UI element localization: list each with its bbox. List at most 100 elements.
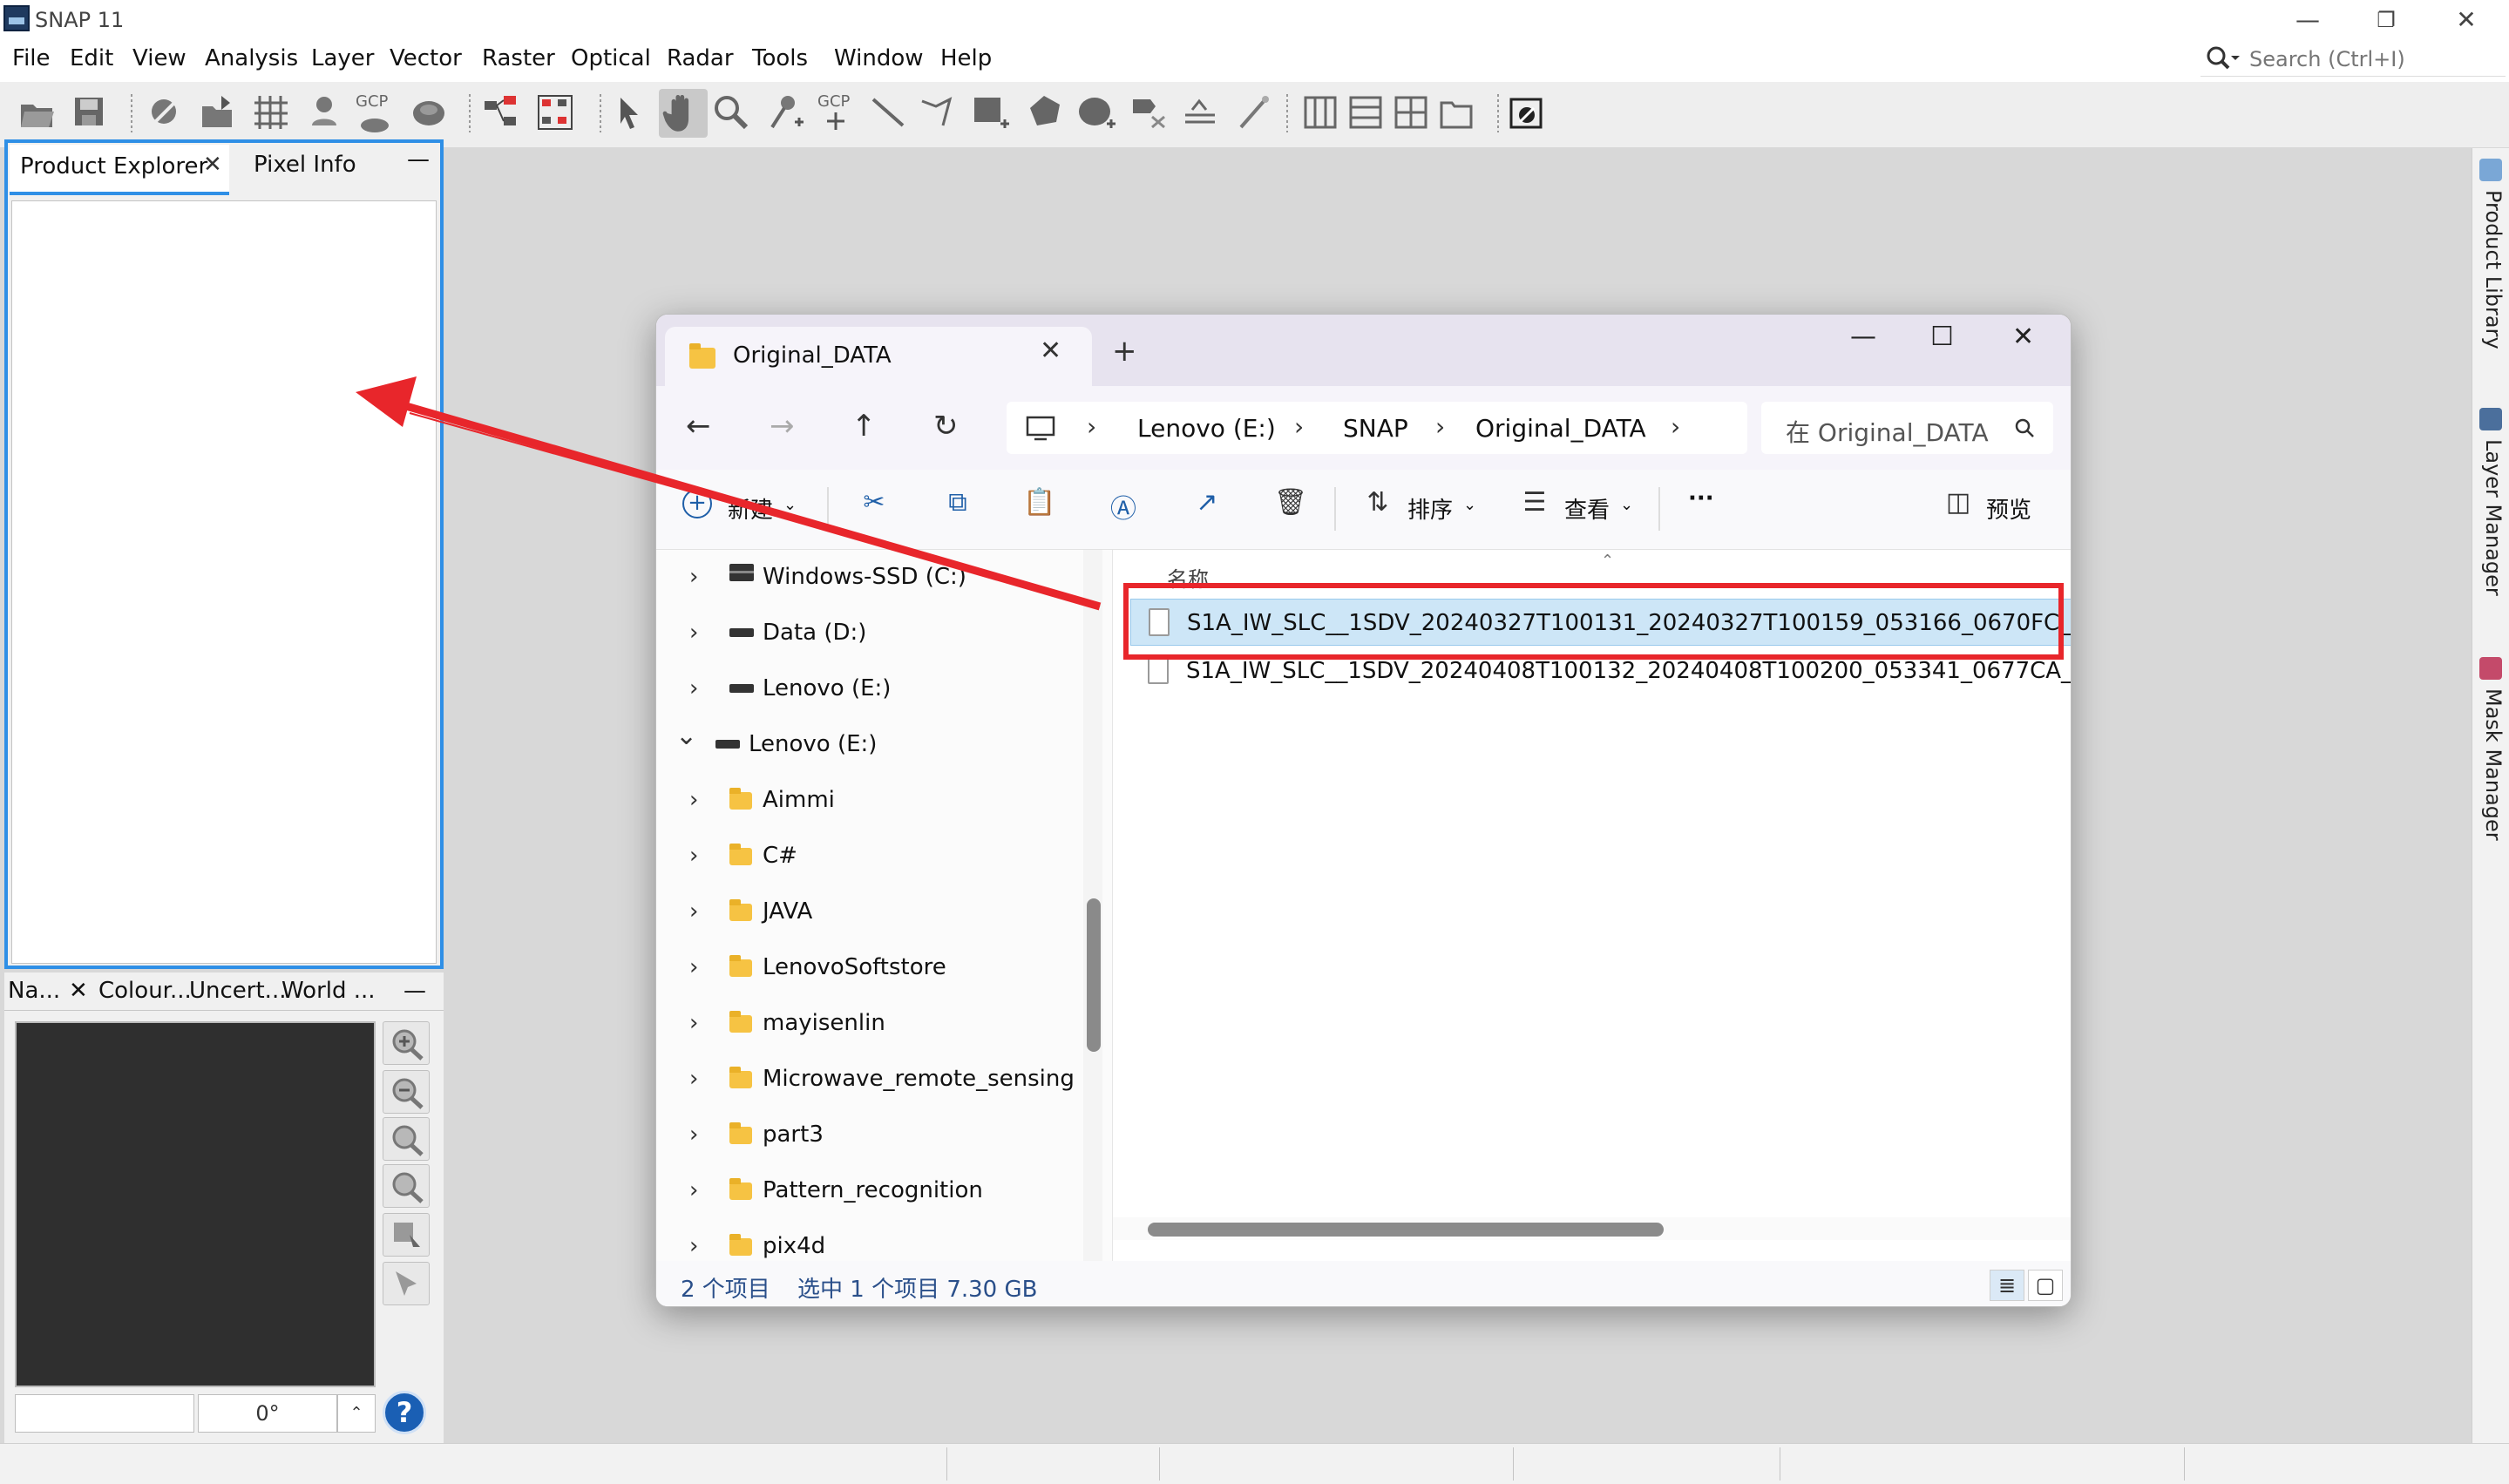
chevron-right-icon[interactable]: › [689, 1233, 698, 1259]
help-button[interactable]: ? [383, 1391, 426, 1434]
sync-cursor-icon[interactable] [1506, 92, 1546, 132]
ellipse-drawing-icon[interactable] [1077, 92, 1117, 132]
pin-placing-icon[interactable] [765, 92, 805, 132]
tree-item[interactable]: › Data (D:) [656, 607, 1109, 660]
minimize-panel-button[interactable]: — [407, 146, 430, 173]
copy-icon[interactable]: ⧉ [940, 487, 975, 522]
back-arrow-icon[interactable]: ← [686, 409, 711, 444]
menu-vector[interactable]: Vector [390, 45, 462, 71]
chevron-down-icon[interactable]: ⌄ [1463, 496, 1476, 514]
rectangle-drawing-icon[interactable] [971, 92, 1011, 132]
rotation-spinner[interactable]: ⌃ [337, 1394, 376, 1433]
chevron-right-icon[interactable]: › [689, 564, 698, 590]
chevron-right-icon[interactable]: › [689, 898, 698, 925]
tab-colour-manipulation[interactable]: Colour... [98, 978, 192, 1004]
tile-horizontal-icon[interactable] [1300, 92, 1340, 132]
zoom-factor-field[interactable] [15, 1394, 194, 1433]
menu-edit[interactable]: Edit [70, 45, 113, 71]
line-drawing-icon[interactable] [868, 92, 908, 132]
chevron-down-icon[interactable]: ⌄ [675, 721, 697, 751]
tab-world-view[interactable]: World ... [281, 978, 376, 1004]
tree-item[interactable]: › Windows-SSD (C:) [656, 552, 1109, 604]
menu-layer[interactable]: Layer [311, 45, 375, 71]
tree-scrollbar-thumb[interactable] [1087, 898, 1101, 1052]
gcp-icon[interactable]: GCP [354, 92, 394, 132]
tile-grid-icon[interactable] [1391, 92, 1431, 132]
chevron-right-icon[interactable]: › [689, 1066, 698, 1092]
menu-analysis[interactable]: Analysis [205, 45, 298, 71]
explorer-minimize-button[interactable]: — [1850, 322, 1876, 352]
up-arrow-icon[interactable]: ↑ [851, 409, 877, 444]
minimize-panel-button[interactable]: — [403, 978, 426, 1004]
chevron-right-icon[interactable]: › [689, 675, 698, 701]
side-tab-product-library[interactable]: Product Library [2478, 190, 2506, 349]
chevron-right-icon[interactable]: › [689, 1177, 698, 1203]
chevron-down-icon[interactable]: ⌄ [783, 496, 797, 514]
side-tab-layer-manager[interactable]: Layer Manager [2478, 439, 2506, 596]
menu-help[interactable]: Help [940, 45, 992, 71]
breadcrumb-item[interactable]: Original_DATA [1475, 414, 1646, 443]
sort-button[interactable]: 排序 [1407, 492, 1453, 525]
menu-tools[interactable]: Tools [752, 45, 808, 71]
tree-item[interactable]: › JAVA [656, 886, 1109, 939]
zoom-in-button[interactable] [383, 1021, 430, 1065]
tree-item[interactable]: › Pattern_recognition [656, 1165, 1109, 1217]
tree-item[interactable]: ⌄ Lenovo (E:) [656, 719, 1109, 771]
explorer-maximize-button[interactable]: ☐ [1930, 322, 1954, 352]
menu-view[interactable]: View [132, 45, 186, 71]
tab-uncertainty[interactable]: Uncert... [189, 978, 286, 1004]
sync-views-button[interactable] [383, 1213, 430, 1257]
menu-file[interactable]: File [12, 45, 51, 71]
chevron-down-icon[interactable]: ⌄ [1620, 496, 1633, 514]
chevron-right-icon[interactable]: › [689, 954, 698, 980]
share-icon[interactable]: ↗ [1190, 487, 1224, 522]
zoom-all-button[interactable] [383, 1164, 430, 1208]
rotation-field[interactable]: 0° [198, 1394, 337, 1433]
tree-item[interactable]: › Lenovo (E:) [656, 663, 1109, 715]
explorer-close-button[interactable]: ✕ [2012, 322, 2034, 352]
open-product-icon[interactable] [17, 92, 58, 132]
pan-tool-button[interactable] [659, 89, 708, 138]
tab-pixel-info[interactable]: Pixel Info [254, 152, 356, 178]
new-button[interactable]: 新建 [728, 492, 773, 525]
navigation-canvas[interactable] [15, 1021, 376, 1387]
polyline-drawing-icon[interactable] [919, 92, 959, 132]
tiles-view-icon[interactable]: ▢ [2028, 1270, 2063, 1301]
address-box[interactable]: › Lenovo (E:) › SNAP › Original_DATA › [1007, 402, 1747, 454]
more-options-button[interactable]: ··· [1688, 485, 1714, 512]
chevron-right-icon[interactable]: › [689, 843, 698, 869]
tab-product-explorer[interactable]: Product Explorer ✕ [10, 145, 229, 195]
mask-icon[interactable] [410, 92, 450, 132]
chevron-right-icon[interactable]: › [689, 620, 698, 646]
tab-navigation[interactable]: Na... [8, 978, 60, 1004]
tree-item[interactable]: › Microwave_remote_sensing [656, 1054, 1109, 1106]
explorer-tab[interactable]: Original_DATA ✕ [665, 327, 1092, 388]
menu-window[interactable]: Window [834, 45, 924, 71]
navigation-tree[interactable]: › pix4d › Pattern_recognition › part3 › Microwa… [656, 550, 1109, 1261]
zoom-out-button[interactable] [383, 1070, 430, 1114]
file-row[interactable]: S1A_IW_SLC__1SDV_20240408T100132_2024040… [1130, 647, 2071, 695]
tile-vertical-icon[interactable] [1346, 92, 1386, 132]
product-explorer-tree[interactable] [11, 200, 437, 964]
menu-optical[interactable]: Optical [571, 45, 651, 71]
select-tool-icon[interactable] [608, 92, 648, 132]
range-finder-icon[interactable] [1129, 92, 1170, 132]
restore-button[interactable]: ❐ [2360, 5, 2412, 35]
close-tab-icon[interactable]: ✕ [1040, 335, 1061, 366]
menu-radar[interactable]: Radar [667, 45, 734, 71]
sync-cursor-button[interactable] [383, 1262, 430, 1305]
tree-item[interactable]: › part3 [656, 1109, 1109, 1162]
graph-builder-icon[interactable] [481, 92, 521, 132]
breadcrumb-item[interactable]: Lenovo (E:) [1137, 414, 1276, 443]
tree-item[interactable]: › Aimmi [656, 775, 1109, 827]
tree-item[interactable]: › mayisenlin [656, 998, 1109, 1050]
cut-icon[interactable]: ✂ [857, 487, 892, 522]
import-icon[interactable] [197, 92, 237, 132]
details-view-icon[interactable]: ≣ [1990, 1270, 2024, 1301]
forward-arrow-icon[interactable]: → [770, 409, 795, 444]
zoom-tool-icon[interactable] [711, 92, 751, 132]
search-input[interactable] [2249, 44, 2502, 75]
graticule-icon[interactable] [251, 92, 291, 132]
side-tab-mask-manager[interactable]: Mask Manager [2478, 688, 2506, 841]
polygon-drawing-icon[interactable] [1025, 92, 1065, 132]
